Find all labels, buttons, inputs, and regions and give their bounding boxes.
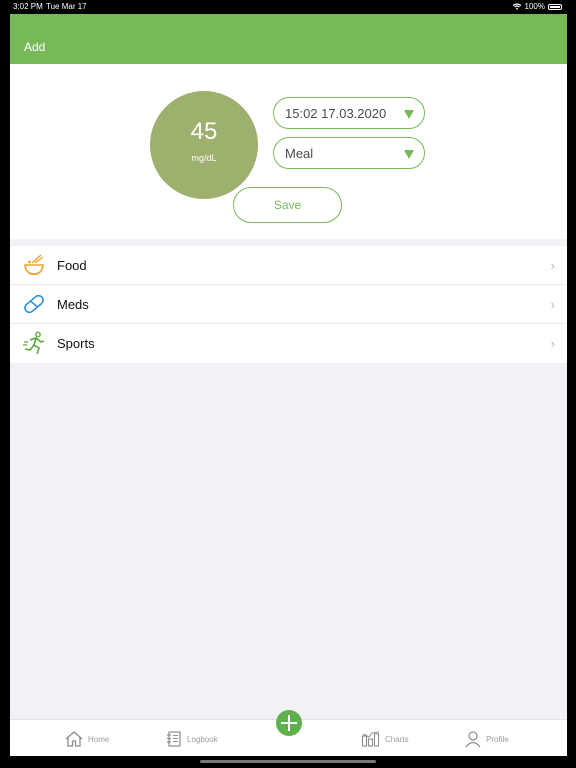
- datetime-value: 15:02 17.03.2020: [285, 106, 387, 121]
- pill-icon: [24, 294, 44, 314]
- caret-down-icon: [404, 110, 414, 119]
- home-icon: [65, 731, 83, 747]
- entry-panel: 45 mg/dL 15:02 17.03.2020 Meal Save: [10, 64, 567, 239]
- food-bowl-icon: [24, 254, 44, 275]
- tab-profile[interactable]: Profile: [464, 728, 509, 750]
- list-item-label: Meds: [57, 297, 89, 312]
- list-item-meds[interactable]: Meds ›: [10, 285, 567, 324]
- battery-icon: [548, 3, 562, 10]
- tab-charts[interactable]: Charts: [361, 728, 409, 750]
- running-icon: [23, 331, 45, 355]
- wifi-icon: [512, 3, 521, 10]
- meal-type-dropdown[interactable]: Meal: [273, 137, 425, 169]
- chevron-right-icon: ›: [550, 297, 555, 312]
- home-indicator: [200, 760, 376, 763]
- category-list: Food › Meds › Sports ›: [10, 246, 567, 363]
- tab-home[interactable]: Home: [64, 728, 109, 750]
- datetime-dropdown[interactable]: 15:02 17.03.2020: [273, 97, 425, 129]
- chevron-right-icon: ›: [550, 258, 555, 273]
- chevron-right-icon: ›: [550, 336, 555, 351]
- meal-type-value: Meal: [285, 146, 314, 161]
- logbook-icon: [167, 731, 181, 747]
- list-item-label: Sports: [57, 336, 95, 351]
- battery-percent: 100%: [524, 2, 545, 11]
- status-time: 3:02 PM: [13, 2, 43, 11]
- tab-logbook[interactable]: Logbook: [165, 728, 218, 750]
- list-item-food[interactable]: Food ›: [10, 246, 567, 285]
- tab-charts-label: Charts: [385, 734, 409, 744]
- glucose-unit: mg/dL: [191, 153, 217, 163]
- tab-profile-label: Profile: [486, 734, 509, 744]
- status-right: 100%: [512, 2, 562, 11]
- save-button[interactable]: Save: [233, 187, 342, 223]
- list-item-sports[interactable]: Sports ›: [10, 324, 567, 363]
- glucose-value-circle[interactable]: 45 mg/dL: [150, 91, 258, 199]
- list-item-label: Food: [57, 258, 87, 273]
- header-bar: Add: [10, 14, 567, 64]
- page-title: Add: [24, 40, 46, 54]
- charts-icon: [361, 731, 380, 747]
- tab-logbook-label: Logbook: [187, 734, 218, 744]
- app-window: Add 45 mg/dL 15:02 17.03.2020 Meal Save …: [10, 14, 567, 756]
- caret-down-icon: [404, 150, 414, 159]
- glucose-value: 45: [190, 118, 218, 145]
- profile-icon: [465, 731, 481, 748]
- tab-home-label: Home: [88, 734, 110, 744]
- status-date: Tue Mar 17: [46, 2, 87, 11]
- add-entry-button[interactable]: [276, 710, 302, 736]
- status-bar: 3:02 PM Tue Mar 17 100%: [0, 0, 576, 13]
